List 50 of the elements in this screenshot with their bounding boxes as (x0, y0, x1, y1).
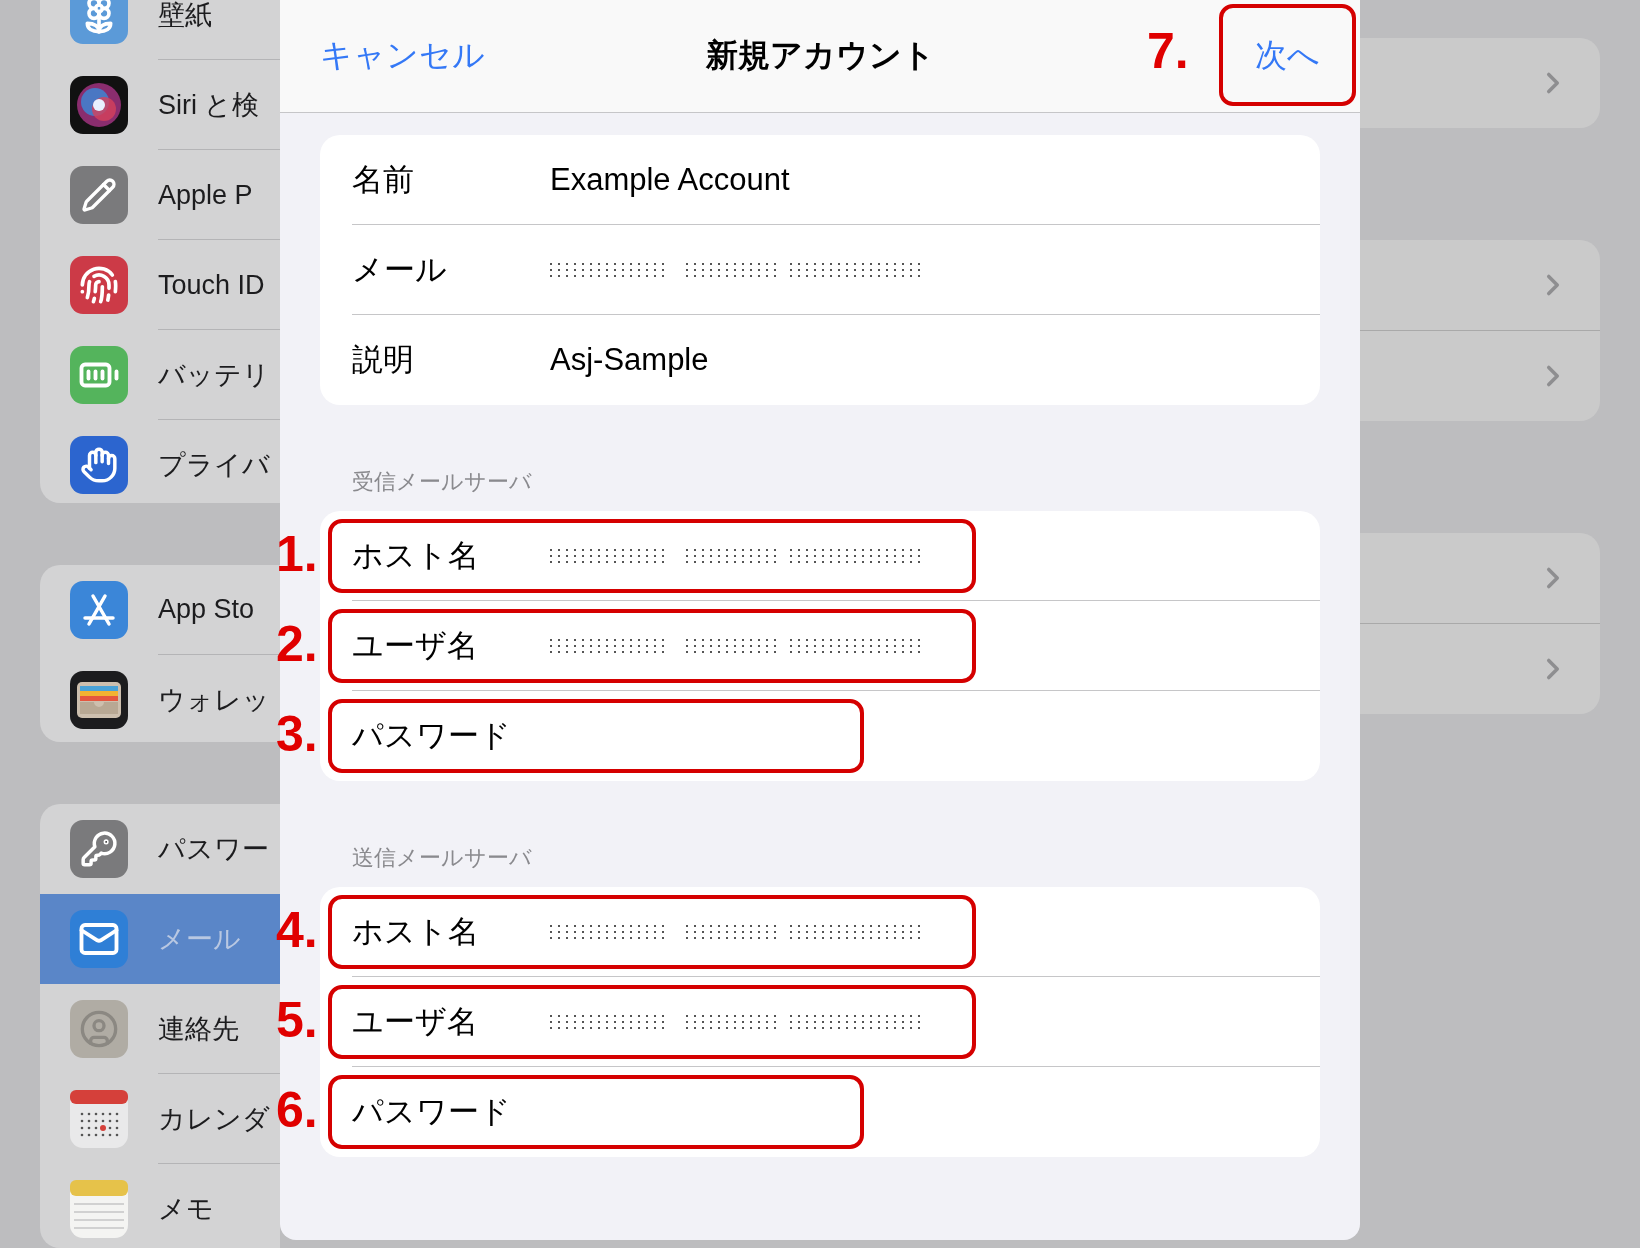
sidebar-label: Siri と検 (158, 89, 260, 122)
field-label: 説明 (352, 341, 415, 379)
fingerprint-icon (79, 265, 119, 305)
sidebar-item[interactable]: Siri と検 (40, 60, 280, 150)
sidebar-label: メール (158, 923, 241, 957)
field-label: 名前 (352, 161, 415, 199)
callout-number: 3. (276, 705, 318, 763)
field-value[interactable]: Asj-Sample (550, 342, 709, 378)
callout-number: 5. (276, 991, 318, 1049)
section-header: 送信メールサーバ (351, 844, 533, 872)
field-label: パスワード (352, 1093, 512, 1131)
callout-number: 7. (1147, 22, 1189, 80)
sidebar-item[interactable]: パスワー (40, 804, 280, 895)
orb-icon (74, 80, 124, 130)
sidebar-label: Touch ID (158, 269, 265, 301)
sidebar-item[interactable]: プライバ (40, 420, 280, 503)
section-header: 受信メールサーバ (351, 468, 533, 496)
sidebar-item[interactable]: メモ (40, 1164, 280, 1248)
person-icon (79, 1009, 119, 1050)
cancel-button[interactable]: キャンセル (320, 34, 485, 78)
sidebar-label: App Sto (158, 594, 255, 626)
sidebar-label: パスワー (158, 833, 269, 867)
hand-icon (80, 446, 118, 484)
sidebar-item[interactable]: Touch ID (40, 240, 280, 330)
next-button[interactable]: 次へ (1255, 34, 1320, 78)
sidebar-item[interactable]: Apple P (40, 150, 280, 240)
field-label: ホスト名 (352, 537, 480, 575)
field-label: パスワード (352, 717, 512, 755)
pencil-icon (81, 177, 117, 213)
key-icon (80, 830, 118, 869)
callout-number: 6. (276, 1081, 318, 1139)
wallet-icon (77, 681, 121, 718)
callout-number: 2. (276, 615, 318, 673)
sidebar-item[interactable]: 壁紙 (40, 0, 280, 60)
sheet-title: 新規アカウント (705, 36, 935, 75)
sidebar-item[interactable]: バッテリ (40, 330, 280, 420)
field-value[interactable]: Example Account (550, 162, 790, 198)
sidebar-label: ウォレッ (158, 683, 270, 717)
sidebar-label: 連絡先 (158, 1013, 239, 1047)
sidebar-label: 壁紙 (158, 0, 212, 32)
field-label: ホスト名 (352, 913, 480, 951)
sidebar-label: プライバ (158, 449, 270, 482)
field-label: ユーザ名 (352, 627, 479, 665)
sidebar-label: バッテリ (158, 359, 270, 392)
callout-number: 1. (276, 525, 318, 583)
sidebar-label: カレンダ (158, 1103, 270, 1137)
sidebar-label: Apple P (158, 179, 253, 211)
sidebar-label: メモ (158, 1193, 214, 1227)
field-label: メール (352, 251, 448, 289)
field-label: ユーザ名 (352, 1003, 479, 1041)
